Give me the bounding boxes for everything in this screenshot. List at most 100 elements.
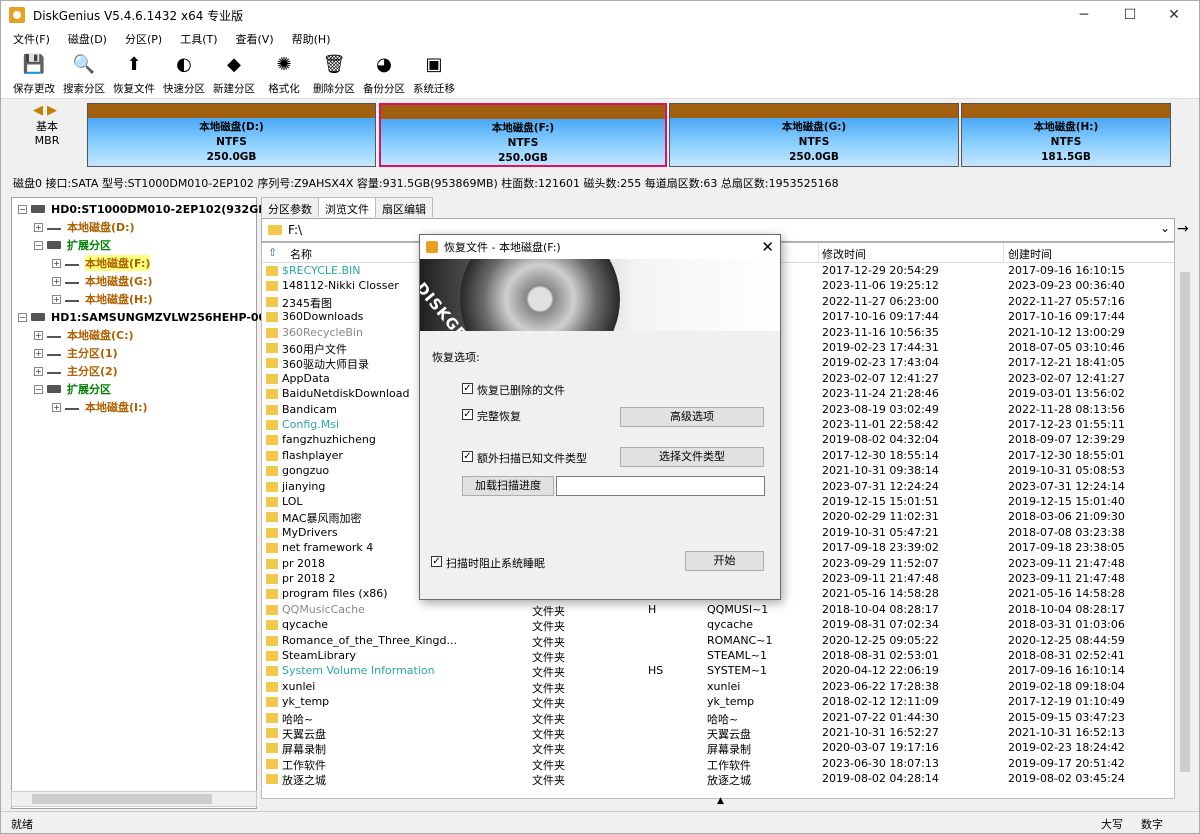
partition-block-g[interactable]: 本地磁盘(G:) NTFS 250.0GB [669,103,959,167]
tree-partition-d[interactable]: + 本地磁盘(D:) [34,218,135,236]
file-name: LOL [282,495,303,508]
file-row[interactable]: qycache 文件夹 qycache 2019-08-31 07:02:34 2018… [262,617,1174,633]
tab-partition-params[interactable]: 分区参数 [261,197,319,217]
folder-icon [266,697,278,708]
file-modified: 2019-08-31 07:02:34 [822,618,939,632]
minimize-button[interactable]: ─ [1061,1,1107,29]
full-recovery-checkbox[interactable]: ✓ [462,409,473,420]
file-row[interactable]: System Volume Information 文件夹 HS SYSTEM~1 20… [262,663,1174,679]
tree-scrollbar[interactable] [11,791,257,807]
partition-block-f[interactable]: 本地磁盘(F:) NTFS 250.0GB [379,103,667,167]
menu-partition[interactable]: 分区(P) [113,29,168,47]
recovery-options-label: 恢复选项: [432,351,480,364]
menu-help[interactable]: 帮助(H) [280,29,337,47]
file-name: net framework 4 [282,541,374,555]
tree-partition-g[interactable]: + 本地磁盘(G:) [52,272,152,290]
search-partition-button[interactable]: 🔍 搜索分区 [59,47,109,97]
file-shortname: 放逐之城 [707,774,751,788]
file-created: 2018-09-07 12:39:29 [1008,433,1125,447]
maximize-button[interactable]: ☐ [1107,1,1153,29]
menu-file[interactable]: 文件(F) [1,29,56,47]
menu-disk[interactable]: 磁盘(D) [56,29,113,47]
dialog-close-button[interactable]: ✕ [761,238,774,256]
partition-block-h[interactable]: 本地磁盘(H:) NTFS 181.5GB [961,103,1171,167]
file-shortname: ROMANC~1 [707,633,773,647]
recover-deleted-checkbox[interactable]: ✓ [462,383,473,394]
tree-extended-1[interactable]: − 扩展分区 [34,380,111,398]
folder-icon [266,589,278,600]
file-name: SteamLibrary [282,649,356,662]
menu-tools[interactable]: 工具(T) [168,29,223,47]
dialog-title: 恢复文件 - 本地磁盘(F:) [444,241,561,254]
file-row[interactable]: 哈哈~ 文件夹 哈哈~ 2021-07-22 01:44:30 2015-09-15 0… [262,710,1174,726]
new-partition-button[interactable]: ◆ 新建分区 [209,47,259,97]
status-bar: 就绪 大写 数字 [1,811,1199,833]
file-modified: 2017-09-18 23:39:02 [822,541,939,555]
new-partition-icon: ◆ [227,53,241,75]
file-row[interactable]: 工作软件 文件夹 工作软件 2023-06-30 18:07:13 2019-09-17… [262,756,1174,772]
extra-scan-checkbox[interactable]: ✓ [462,451,473,462]
load-scan-progress-button[interactable]: 加载扫描进度 [462,476,554,496]
folder-icon [266,712,278,723]
disk-nav-arrows-icon[interactable]: ◀▶ [25,103,69,118]
file-shortname: xunlei [707,679,741,693]
file-row[interactable]: yk_temp 文件夹 yk_temp 2018-02-12 12:11:09 2017… [262,694,1174,710]
delete-icon: 🗑 [322,53,346,75]
close-button[interactable]: ✕ [1151,1,1197,29]
file-name: gongzuo [282,464,330,478]
scan-progress-path-input[interactable] [556,476,765,496]
tree-partition-f[interactable]: + 本地磁盘(F:) [52,254,151,272]
file-row[interactable]: 天翼云盘 文件夹 天翼云盘 2021-10-31 16:52:27 2021-10-31… [262,725,1174,741]
file-name: pr 2018 2 [282,572,336,585]
tree-partition-h[interactable]: + 本地磁盘(H:) [52,290,153,308]
partition-icon [65,260,79,266]
menu-view[interactable]: 查看(V) [224,29,280,47]
tree-disk-hd1[interactable]: − HD1:SAMSUNGMZVLW256HEHP-000 [18,308,274,326]
file-row[interactable]: SteamLibrary 文件夹 STEAML~1 2018-08-31 02:53:… [262,648,1174,664]
file-modified: 2021-10-31 09:38:14 [822,464,939,478]
start-button[interactable]: 开始 [685,551,764,571]
partition-icon [65,296,79,302]
partition-block-d[interactable]: 本地磁盘(D:) NTFS 250.0GB [87,103,376,167]
tab-browse-files[interactable]: 浏览文件 [318,197,376,217]
file-row[interactable]: QQMusicCache 文件夹 H QQMUSI~1 2018-10-04 08:28… [262,602,1174,618]
tab-sector-edit[interactable]: 扇区编辑 [375,197,433,217]
file-row[interactable]: 放逐之城 文件夹 放逐之城 2019-08-02 04:28:14 2019-08-02… [262,771,1174,788]
file-list-scrollbar[interactable] [1177,242,1193,799]
file-name: qycache [282,618,329,632]
file-list-hscroll[interactable]: ▲ [261,796,1193,809]
backup-partition-button[interactable]: ◕ 备份分区 [359,47,409,97]
tree-primary-2[interactable]: + 主分区(2) [34,362,118,380]
dialog-title-bar: 恢复文件 - 本地磁盘(F:) ✕ [420,235,780,259]
system-migrate-button[interactable]: ▣ 系统迁移 [409,47,459,97]
dropdown-icon[interactable]: ⌄ [1160,221,1170,235]
file-created: 2019-09-17 20:51:42 [1008,756,1125,770]
column-name[interactable]: 名称 [290,246,312,262]
select-file-types-button[interactable]: 选择文件类型 [620,447,764,467]
quick-partition-button[interactable]: ◐ 快速分区 [159,47,209,97]
tree-extended-0[interactable]: − 扩展分区 [34,236,111,254]
recover-files-button[interactable]: ⬆ 恢复文件 [109,47,159,97]
go-arrow-icon[interactable]: → [1177,221,1189,237]
file-row[interactable]: 屏幕录制 文件夹 屏幕录制 2020-03-07 19:17:16 2019-02-23… [262,740,1174,756]
tree-partition-c[interactable]: + 本地磁盘(C:) [34,326,134,344]
tree-partition-i[interactable]: + 本地磁盘(I:) [52,398,148,416]
file-attr: HS [648,664,664,678]
file-shortname: SYSTEM~1 [707,664,768,678]
file-modified: 2019-12-15 15:01:51 [822,495,939,508]
advanced-options-button[interactable]: 高级选项 [620,407,764,427]
up-folder-icon[interactable]: ⇧ [268,246,277,259]
tree-primary-1[interactable]: + 主分区(1) [34,344,118,362]
file-row[interactable]: xunlei 文件夹 xunlei 2023-06-22 17:28:38 2019-0… [262,679,1174,695]
file-row[interactable]: Romance_of_the_Three_Kingd... 文件夹 ROMANC~1… [262,633,1174,649]
delete-partition-button[interactable]: 🗑 删除分区 [309,47,359,97]
column-modified[interactable]: 修改时间 [822,246,866,262]
file-modified: 2019-02-23 17:43:04 [822,356,939,370]
tree-disk-hd0[interactable]: − HD0:ST1000DM010-2EP102(932GB) [18,200,272,218]
format-button[interactable]: ✺ 格式化 [259,47,309,97]
file-created: 2022-11-27 05:57:16 [1008,294,1125,308]
window-title: DiskGenius V5.4.6.1432 x64 专业版 [33,8,244,23]
save-changes-button[interactable]: 💾 保存更改 [9,47,59,97]
column-created[interactable]: 创建时间 [1008,246,1052,262]
prevent-sleep-checkbox[interactable]: ✓ [431,556,442,567]
